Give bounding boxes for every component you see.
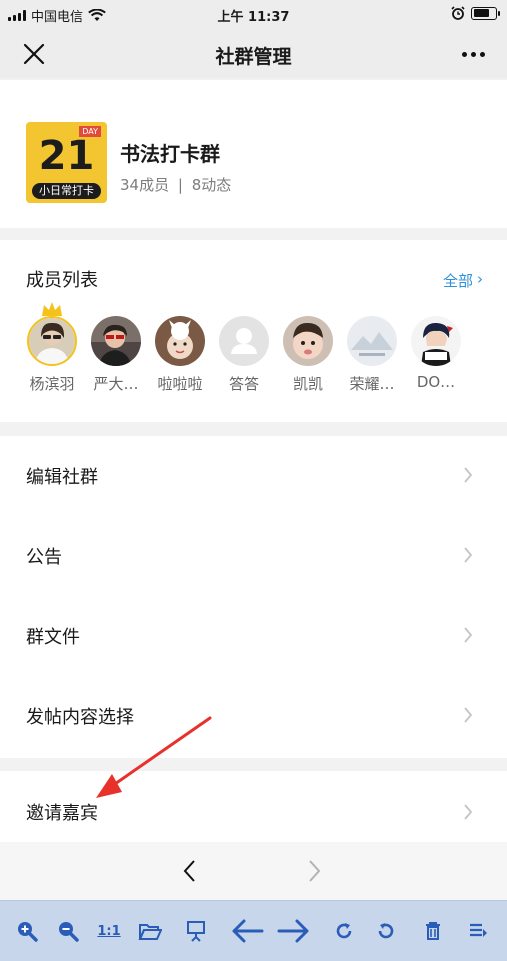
battery-icon (471, 6, 500, 20)
back-arrow-icon[interactable] (180, 858, 200, 884)
member-name: DO… (416, 373, 456, 391)
member-list-title: 成员列表 (26, 270, 98, 291)
actual-size-button[interactable]: 1:1 (95, 916, 123, 946)
chevron-right-icon: › (477, 270, 483, 288)
alarm-icon (451, 6, 465, 20)
zoom-in-icon (18, 922, 38, 942)
avatar (411, 316, 461, 366)
invite-guests-row[interactable]: 邀请嘉宾 (0, 771, 507, 851)
chevron-right-icon (464, 547, 473, 563)
member-item[interactable]: 杨滨羽 (20, 302, 84, 394)
zoom-out-button[interactable] (55, 916, 81, 946)
member-item[interactable]: 答答 (212, 316, 276, 394)
menu-item-label: 公告 (26, 547, 62, 568)
slideshow-button[interactable] (183, 916, 209, 946)
member-item[interactable]: 严大… (84, 316, 148, 394)
member-item[interactable]: DO… (404, 316, 468, 394)
viewer-toolbar: 1:1 (0, 900, 507, 961)
member-avatars-row: 杨滨羽 严大… 啦啦啦 答答 凯凯 荣耀… DO… (20, 302, 468, 394)
avatar (91, 316, 141, 366)
default-user-icon (231, 328, 257, 354)
more-button[interactable] (457, 38, 489, 70)
rotate-clockwise-icon (336, 923, 352, 939)
logo-number: 21 (38, 133, 95, 179)
folder-icon (138, 924, 162, 940)
member-name: 答答 (228, 375, 259, 393)
member-name: 凯凯 (292, 375, 323, 393)
member-name: 杨滨羽 (29, 375, 75, 393)
member-item[interactable]: 荣耀… (340, 316, 404, 394)
more-dots-icon (461, 51, 467, 57)
member-name: 荣耀… (349, 375, 395, 393)
group-name: 书法打卡群 (120, 142, 220, 166)
chevron-right-icon (464, 707, 473, 723)
menu-item-group-files[interactable]: 群文件 (0, 596, 507, 676)
avatar (219, 316, 269, 366)
stats-separator: | (177, 176, 183, 194)
member-item[interactable]: 啦啦啦 (148, 316, 212, 394)
menu-item-label: 发帖内容选择 (26, 707, 134, 728)
view-all-members-link[interactable]: 全部 (443, 270, 473, 291)
arrow-left-icon (232, 919, 264, 943)
forward-arrow-icon[interactable] (304, 858, 324, 884)
logo-caption: 小日常打卡 (32, 183, 101, 199)
menu-item-invite-guests[interactable]: 邀请嘉宾 (0, 771, 507, 851)
navigation-bar: 社群管理 (0, 30, 507, 78)
menu-item-post-content-selection[interactable]: 发帖内容选择 (0, 676, 507, 756)
menu-item-edit-group[interactable]: 编辑社群 (0, 436, 507, 516)
menu-item-announcement[interactable]: 公告 (0, 516, 507, 596)
member-name: 严大… (93, 375, 139, 393)
open-folder-button[interactable] (137, 916, 163, 946)
chevron-right-icon (464, 804, 473, 820)
menu-item-label: 群文件 (26, 627, 80, 648)
rotate-clockwise-button[interactable] (332, 916, 356, 946)
posts-count: 8动态 (191, 176, 232, 194)
page-title: 社群管理 (215, 46, 292, 68)
zoom-out-icon (59, 922, 79, 942)
page-navigation-bar (0, 842, 507, 900)
previous-image-button[interactable] (229, 916, 265, 946)
menu-button[interactable] (466, 916, 490, 946)
rotate-counterclockwise-icon (378, 923, 394, 939)
actual-size-label: 1:1 (97, 923, 121, 939)
menu-item-label: 编辑社群 (26, 467, 98, 488)
status-bar: 中国电信 上午 11:37 (0, 0, 507, 30)
invite-guests-label: 邀请嘉宾 (26, 803, 98, 824)
menu-list-icon (470, 923, 487, 937)
member-name: 啦啦啦 (157, 375, 203, 393)
zoom-in-button[interactable] (14, 916, 40, 946)
avatar (347, 316, 397, 366)
trash-icon (426, 922, 440, 940)
rotate-counterclockwise-button[interactable] (374, 916, 398, 946)
status-right (451, 6, 500, 20)
group-logo: DAY 21 小日常打卡 (26, 122, 107, 203)
group-header[interactable]: DAY 21 小日常打卡 书法打卡群 34成员 | 8动态 (0, 80, 507, 228)
next-image-button[interactable] (276, 916, 312, 946)
member-list-section: 成员列表 全部 › 杨滨羽 严大… 啦啦啦 答答 凯凯 荣耀… DO… (0, 240, 507, 422)
status-time: 上午 11:37 (217, 10, 290, 25)
chevron-right-icon (464, 467, 473, 483)
delete-button[interactable] (421, 916, 445, 946)
arrow-right-icon (277, 919, 309, 943)
member-item[interactable]: 凯凯 (276, 316, 340, 394)
chevron-right-icon (464, 627, 473, 643)
group-stats: 34成员 | 8动态 (120, 174, 231, 195)
settings-menu: 编辑社群 公告 群文件 发帖内容选择 (0, 436, 507, 758)
avatar (155, 316, 205, 366)
members-count: 34成员 (120, 176, 170, 194)
avatar (27, 316, 77, 366)
slideshow-icon (187, 921, 205, 942)
avatar (283, 316, 333, 366)
